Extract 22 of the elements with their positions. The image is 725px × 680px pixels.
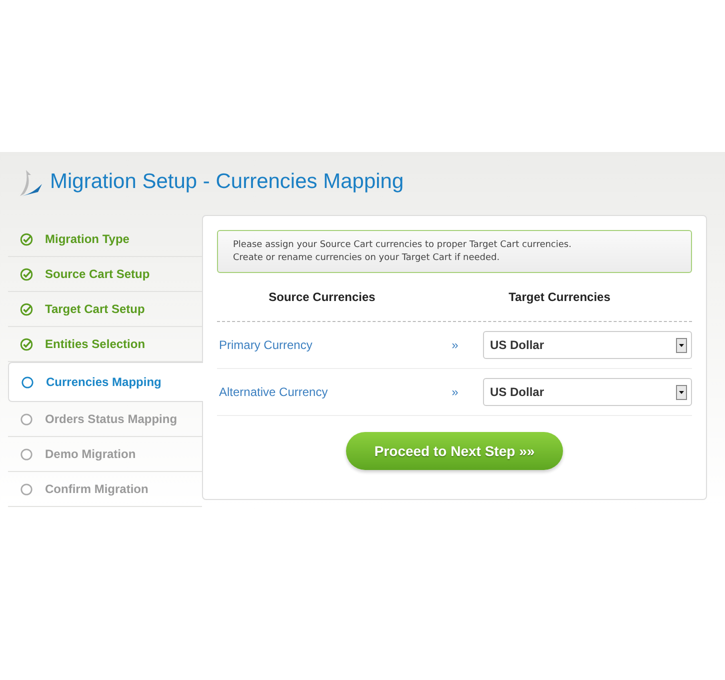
step-item[interactable]: Currencies Mapping [8,362,203,402]
circle-icon [21,376,34,388]
circle-icon [20,482,33,496]
mapping-arrow: » [452,338,458,352]
circle-icon [20,412,33,426]
check-circle-icon [20,232,33,246]
currency-select[interactable]: US Dollar [483,331,692,359]
column-header: Source Currencies [268,290,376,304]
notice-text: Create or rename currencies on your Target Cart if needed. [233,253,501,263]
page-title: Migration Setup - Currencies Mapping [50,170,404,194]
step-item[interactable]: Confirm Migration [8,472,202,507]
check-circle-icon [20,268,33,280]
source-currency: Primary Currency [218,338,314,352]
circle-icon [20,448,33,460]
check-circle-icon [20,302,33,316]
proceed-button[interactable]: Proceed to Next Step »» [346,432,563,470]
check-circle-icon [20,338,33,350]
currency-select[interactable]: US Dollar [483,378,692,406]
mapping-arrow: » [452,385,458,399]
source-currency: Alternative Currency [218,385,329,399]
column-header: Target Currencies [508,290,610,304]
notice-text: Please assign your Source Cart currencies to proper Target Cart currencies. [233,240,572,250]
